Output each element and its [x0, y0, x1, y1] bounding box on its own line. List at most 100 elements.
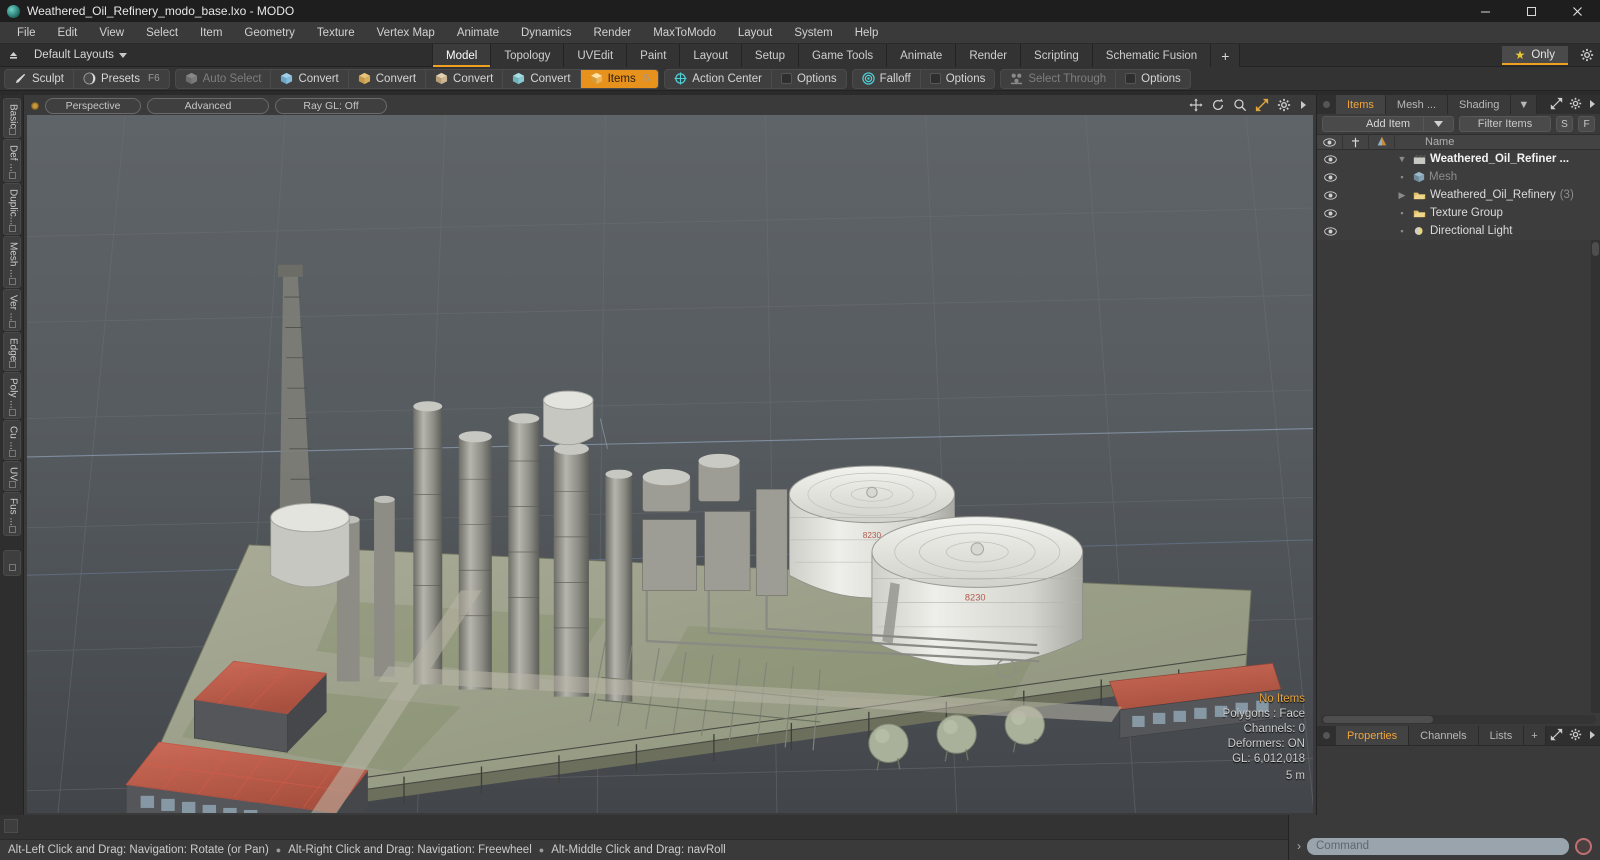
falloff-button[interactable]: Falloff — [853, 69, 921, 88]
menu-geometry[interactable]: Geometry — [233, 22, 306, 44]
menu-dynamics[interactable]: Dynamics — [510, 22, 582, 44]
convert-vertex-button[interactable]: Convert — [271, 69, 349, 88]
tab-game-tools[interactable]: Game Tools — [798, 44, 888, 67]
items-list-scrollbar[interactable] — [1591, 240, 1600, 713]
viewport-menu-dot-icon[interactable] — [31, 102, 39, 110]
presets-button[interactable]: Presets F6 — [74, 70, 169, 88]
convert-edge-button[interactable]: Convert — [349, 69, 427, 88]
layout-settings-gear-icon[interactable] — [1580, 48, 1594, 67]
viewport-gear-icon[interactable] — [1277, 98, 1291, 112]
auto-select-button[interactable]: Auto Select — [176, 69, 272, 88]
tab-uvedit[interactable]: UVEdit — [564, 44, 628, 67]
right-panel-gear-icon[interactable] — [1569, 97, 1582, 110]
rail-tab-extra[interactable] — [2, 549, 21, 576]
record-circle-icon[interactable] — [1575, 837, 1592, 855]
tab-lists[interactable]: Lists — [1478, 726, 1525, 745]
menu-layout[interactable]: Layout — [727, 22, 784, 44]
filter-items-button[interactable]: Filter Items — [1459, 116, 1551, 132]
tab-schematic-fusion[interactable]: Schematic Fusion — [1092, 44, 1212, 67]
table-row[interactable]: ▪ Directional Light — [1317, 222, 1600, 240]
table-row[interactable]: ▪ Texture Group — [1317, 204, 1600, 222]
zoom-magnifier-icon[interactable] — [1233, 98, 1247, 112]
rail-tab-curve[interactable]: Cu ... — [2, 419, 21, 460]
viewport-3d-canvas[interactable]: 8230 8230 No Items Polygons: Face Chann… — [27, 115, 1313, 813]
rail-tab-basic[interactable]: Basic — [2, 98, 21, 139]
fit-expand-icon[interactable] — [1550, 728, 1563, 741]
raygl-toggle[interactable]: Ray GL: Off — [275, 98, 387, 114]
items-list-empty-area[interactable] — [1317, 240, 1600, 713]
only-toggle-button[interactable]: ★ Only — [1501, 46, 1568, 65]
tab-paint[interactable]: Paint — [627, 44, 681, 67]
right-panel-menu-dot-icon[interactable] — [1323, 101, 1330, 108]
add-item-button[interactable]: Add Item — [1322, 116, 1454, 132]
rail-tab-fusion[interactable]: Fus ... — [2, 491, 21, 536]
sculpt-button[interactable]: Sculpt — [5, 69, 74, 88]
rail-tab-uv[interactable]: UV — [2, 460, 21, 491]
properties-gear-icon[interactable] — [1569, 728, 1582, 741]
menu-animate[interactable]: Animate — [446, 22, 510, 44]
shading-mode-dropdown[interactable]: Advanced — [147, 98, 269, 114]
select-through-options-button[interactable]: Options — [1116, 70, 1190, 88]
filter-s-button[interactable]: S — [1556, 116, 1573, 132]
falloff-options-button[interactable]: Options — [921, 70, 995, 88]
rail-tab-edge[interactable]: Edge — [2, 331, 21, 372]
properties-add-tab-button[interactable]: + — [1524, 726, 1546, 745]
tab-animate[interactable]: Animate — [887, 44, 957, 67]
rail-tab-duplicate[interactable]: Duplic... — [2, 183, 21, 236]
row-visibility-eye-icon[interactable] — [1317, 154, 1343, 164]
convert-material-button[interactable]: Convert — [503, 69, 581, 88]
tab-render[interactable]: Render — [956, 44, 1022, 67]
fit-expand-icon[interactable] — [1550, 97, 1563, 110]
properties-more-arrow-icon[interactable] — [1588, 729, 1596, 741]
select-through-button[interactable]: Select Through — [1001, 69, 1117, 88]
tab-topology[interactable]: Topology — [491, 44, 565, 67]
menu-render[interactable]: Render — [582, 22, 642, 44]
row-visibility-eye-icon[interactable] — [1317, 172, 1343, 182]
row-expander-icon[interactable]: ▼ — [1395, 154, 1409, 164]
tab-properties[interactable]: Properties — [1336, 726, 1410, 745]
tab-model[interactable]: Model — [432, 44, 492, 67]
fit-expand-icon[interactable] — [1255, 98, 1269, 112]
menu-texture[interactable]: Texture — [306, 22, 366, 44]
menu-vertex-map[interactable]: Vertex Map — [366, 22, 446, 44]
tab-mesh[interactable]: Mesh ... — [1385, 95, 1449, 114]
menu-system[interactable]: System — [783, 22, 843, 44]
tab-scripting[interactable]: Scripting — [1021, 44, 1093, 67]
table-row[interactable]: ▶ Weathered_Oil_Refinery (3) — [1317, 186, 1600, 204]
viewport-more-arrow-icon[interactable] — [1299, 99, 1307, 111]
menu-help[interactable]: Help — [844, 22, 890, 44]
tab-shading[interactable]: Shading — [1448, 95, 1512, 114]
rotate-icon[interactable] — [1211, 98, 1225, 112]
properties-menu-dot-icon[interactable] — [1323, 732, 1330, 739]
view-mode-dropdown[interactable]: Perspective — [45, 98, 141, 114]
tab-layout[interactable]: Layout — [680, 44, 742, 67]
row-visibility-eye-icon[interactable] — [1317, 226, 1343, 236]
table-row[interactable]: ▪ Mesh — [1317, 168, 1600, 186]
row-visibility-eye-icon[interactable] — [1317, 190, 1343, 200]
minimize-button[interactable] — [1462, 0, 1508, 22]
right-panel-tab-overflow[interactable]: ▼ — [1511, 95, 1538, 114]
rail-tab-vertex[interactable]: Ver ... — [2, 288, 21, 331]
tab-channels[interactable]: Channels — [1409, 726, 1479, 745]
menu-select[interactable]: Select — [135, 22, 189, 44]
row-visibility-eye-icon[interactable] — [1317, 208, 1343, 218]
tab-setup[interactable]: Setup — [741, 44, 799, 67]
command-input[interactable]: Command — [1307, 837, 1569, 855]
collapse-up-icon[interactable] — [0, 49, 26, 62]
rail-tab-mesh[interactable]: Mesh ... — [2, 236, 21, 288]
bottom-left-handle[interactable] — [4, 819, 18, 833]
action-center-button[interactable]: Action Center — [665, 69, 772, 88]
filter-f-button[interactable]: F — [1578, 116, 1595, 132]
add-tab-button[interactable]: + — [1211, 44, 1241, 67]
menu-edit[interactable]: Edit — [47, 22, 89, 44]
menu-item[interactable]: Item — [189, 22, 233, 44]
menu-view[interactable]: View — [88, 22, 135, 44]
table-row[interactable]: ▼ Weathered_Oil_Refiner ... — [1317, 150, 1600, 168]
maximize-button[interactable] — [1508, 0, 1554, 22]
items-mode-button[interactable]: Items 5 — [580, 69, 659, 88]
menu-maxtomodo[interactable]: MaxToModo — [642, 22, 727, 44]
rail-tab-deform[interactable]: Def ... — [2, 139, 21, 183]
row-expander-icon[interactable]: ▶ — [1395, 190, 1409, 201]
convert-polygon-button[interactable]: Convert — [426, 69, 504, 88]
add-item-dropdown-arrow[interactable] — [1423, 116, 1453, 132]
